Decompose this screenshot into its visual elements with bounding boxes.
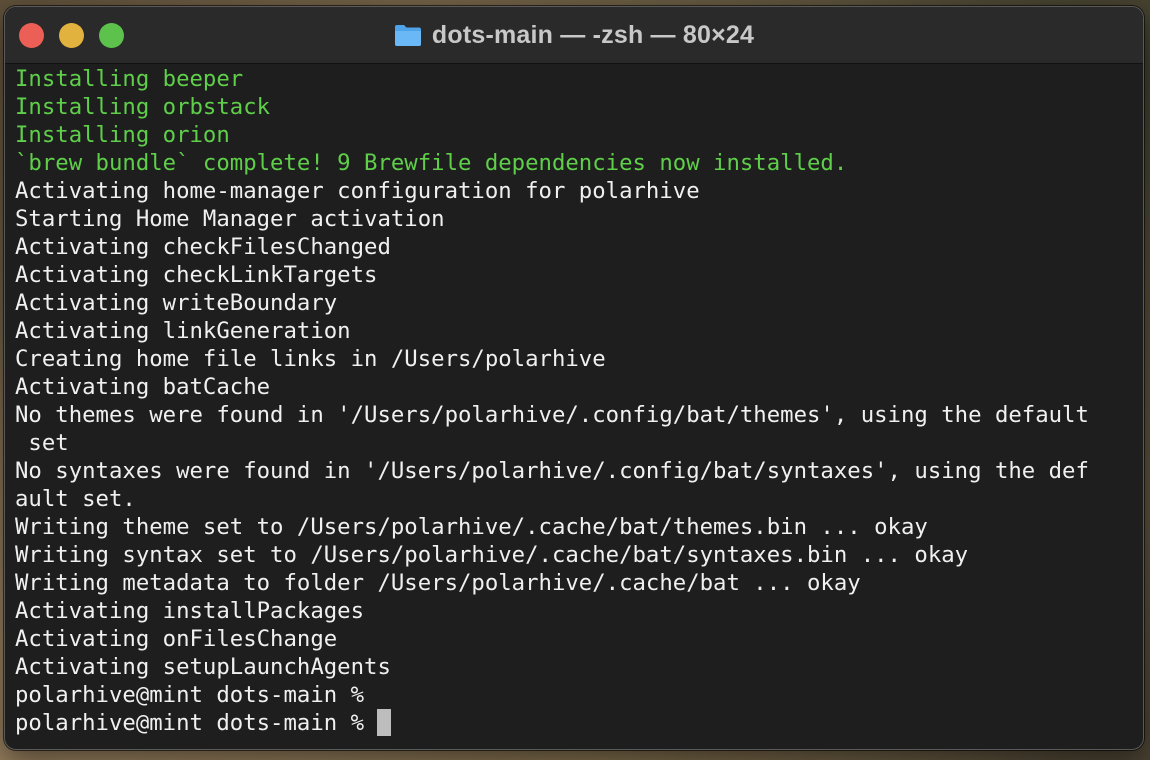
- output-line: Activating installPackages: [15, 597, 1143, 625]
- title-bar[interactable]: dots-main — -zsh — 80×24: [5, 7, 1143, 64]
- output-text: ault set.: [15, 486, 136, 512]
- output-line: No syntaxes were found in '/Users/polarh…: [15, 457, 1143, 485]
- output-line: Activating checkLinkTargets: [15, 261, 1143, 289]
- output-text: Activating linkGeneration: [15, 318, 351, 344]
- output-text: Activating installPackages: [15, 598, 365, 624]
- output-line: set: [15, 429, 1143, 457]
- terminal-window: dots-main — -zsh — 80×24 Installing beep…: [4, 6, 1144, 750]
- output-text: set: [15, 430, 69, 456]
- output-text: Activating checkLinkTargets: [15, 262, 378, 288]
- output-line: Activating checkFilesChanged: [15, 233, 1143, 261]
- output-text: Installing beeper: [15, 66, 244, 92]
- output-text: Activating onFilesChange: [15, 626, 338, 652]
- output-line: ault set.: [15, 485, 1143, 513]
- output-text: Creating home file links in /Users/polar…: [15, 346, 606, 372]
- text-cursor: [377, 709, 392, 736]
- output-line: Activating linkGeneration: [15, 317, 1143, 345]
- output-text: Activating writeBoundary: [15, 290, 338, 316]
- output-line: Activating writeBoundary: [15, 289, 1143, 317]
- output-line: `brew bundle` complete! 9 Brewfile depen…: [15, 149, 1143, 177]
- output-text: Starting Home Manager activation: [15, 206, 445, 232]
- output-line: Starting Home Manager activation: [15, 205, 1143, 233]
- prompt-line: polarhive@mint dots-main %: [15, 709, 1143, 737]
- output-text: No syntaxes were found in '/Users/polarh…: [15, 458, 1089, 484]
- output-line: Activating batCache: [15, 373, 1143, 401]
- output-line: Activating home-manager configuration fo…: [15, 177, 1143, 205]
- output-text: Activating setupLaunchAgents: [15, 654, 391, 680]
- folder-icon: [394, 25, 421, 46]
- output-text: Activating batCache: [15, 374, 271, 400]
- prompt-text: polarhive@mint dots-main %: [15, 710, 378, 736]
- window-title-group: dots-main — -zsh — 80×24: [5, 7, 1143, 63]
- terminal-output[interactable]: Installing beeper Installing orbstack Inst…: [15, 65, 1143, 749]
- output-line: Installing beeper: [15, 65, 1143, 93]
- output-line: Installing orion: [15, 121, 1143, 149]
- output-line: Installing orbstack: [15, 93, 1143, 121]
- output-line: Writing metadata to folder /Users/polarh…: [15, 569, 1143, 597]
- output-line: Writing theme set to /Users/polarhive/.c…: [15, 513, 1143, 541]
- output-line: Creating home file links in /Users/polar…: [15, 345, 1143, 373]
- output-text: No themes were found in '/Users/polarhiv…: [15, 402, 1089, 428]
- output-text: Writing metadata to folder /Users/polarh…: [15, 570, 861, 596]
- output-line: Activating onFilesChange: [15, 625, 1143, 653]
- output-text: Installing orbstack: [15, 94, 271, 120]
- output-line: No themes were found in '/Users/polarhiv…: [15, 401, 1143, 429]
- output-text: Activating checkFilesChanged: [15, 234, 391, 260]
- output-text: Writing syntax set to /Users/polarhive/.…: [15, 542, 969, 568]
- prompt-line: polarhive@mint dots-main %: [15, 681, 1143, 709]
- output-line: Activating setupLaunchAgents: [15, 653, 1143, 681]
- output-text: Installing orion: [15, 122, 230, 148]
- prompt-text: polarhive@mint dots-main %: [15, 682, 378, 708]
- output-line: Writing syntax set to /Users/polarhive/.…: [15, 541, 1143, 569]
- output-text: Writing theme set to /Users/polarhive/.c…: [15, 514, 928, 540]
- output-text: Activating home-manager configuration fo…: [15, 178, 700, 204]
- output-text: `brew bundle` complete! 9 Brewfile depen…: [15, 150, 848, 176]
- window-title: dots-main — -zsh — 80×24: [431, 20, 755, 49]
